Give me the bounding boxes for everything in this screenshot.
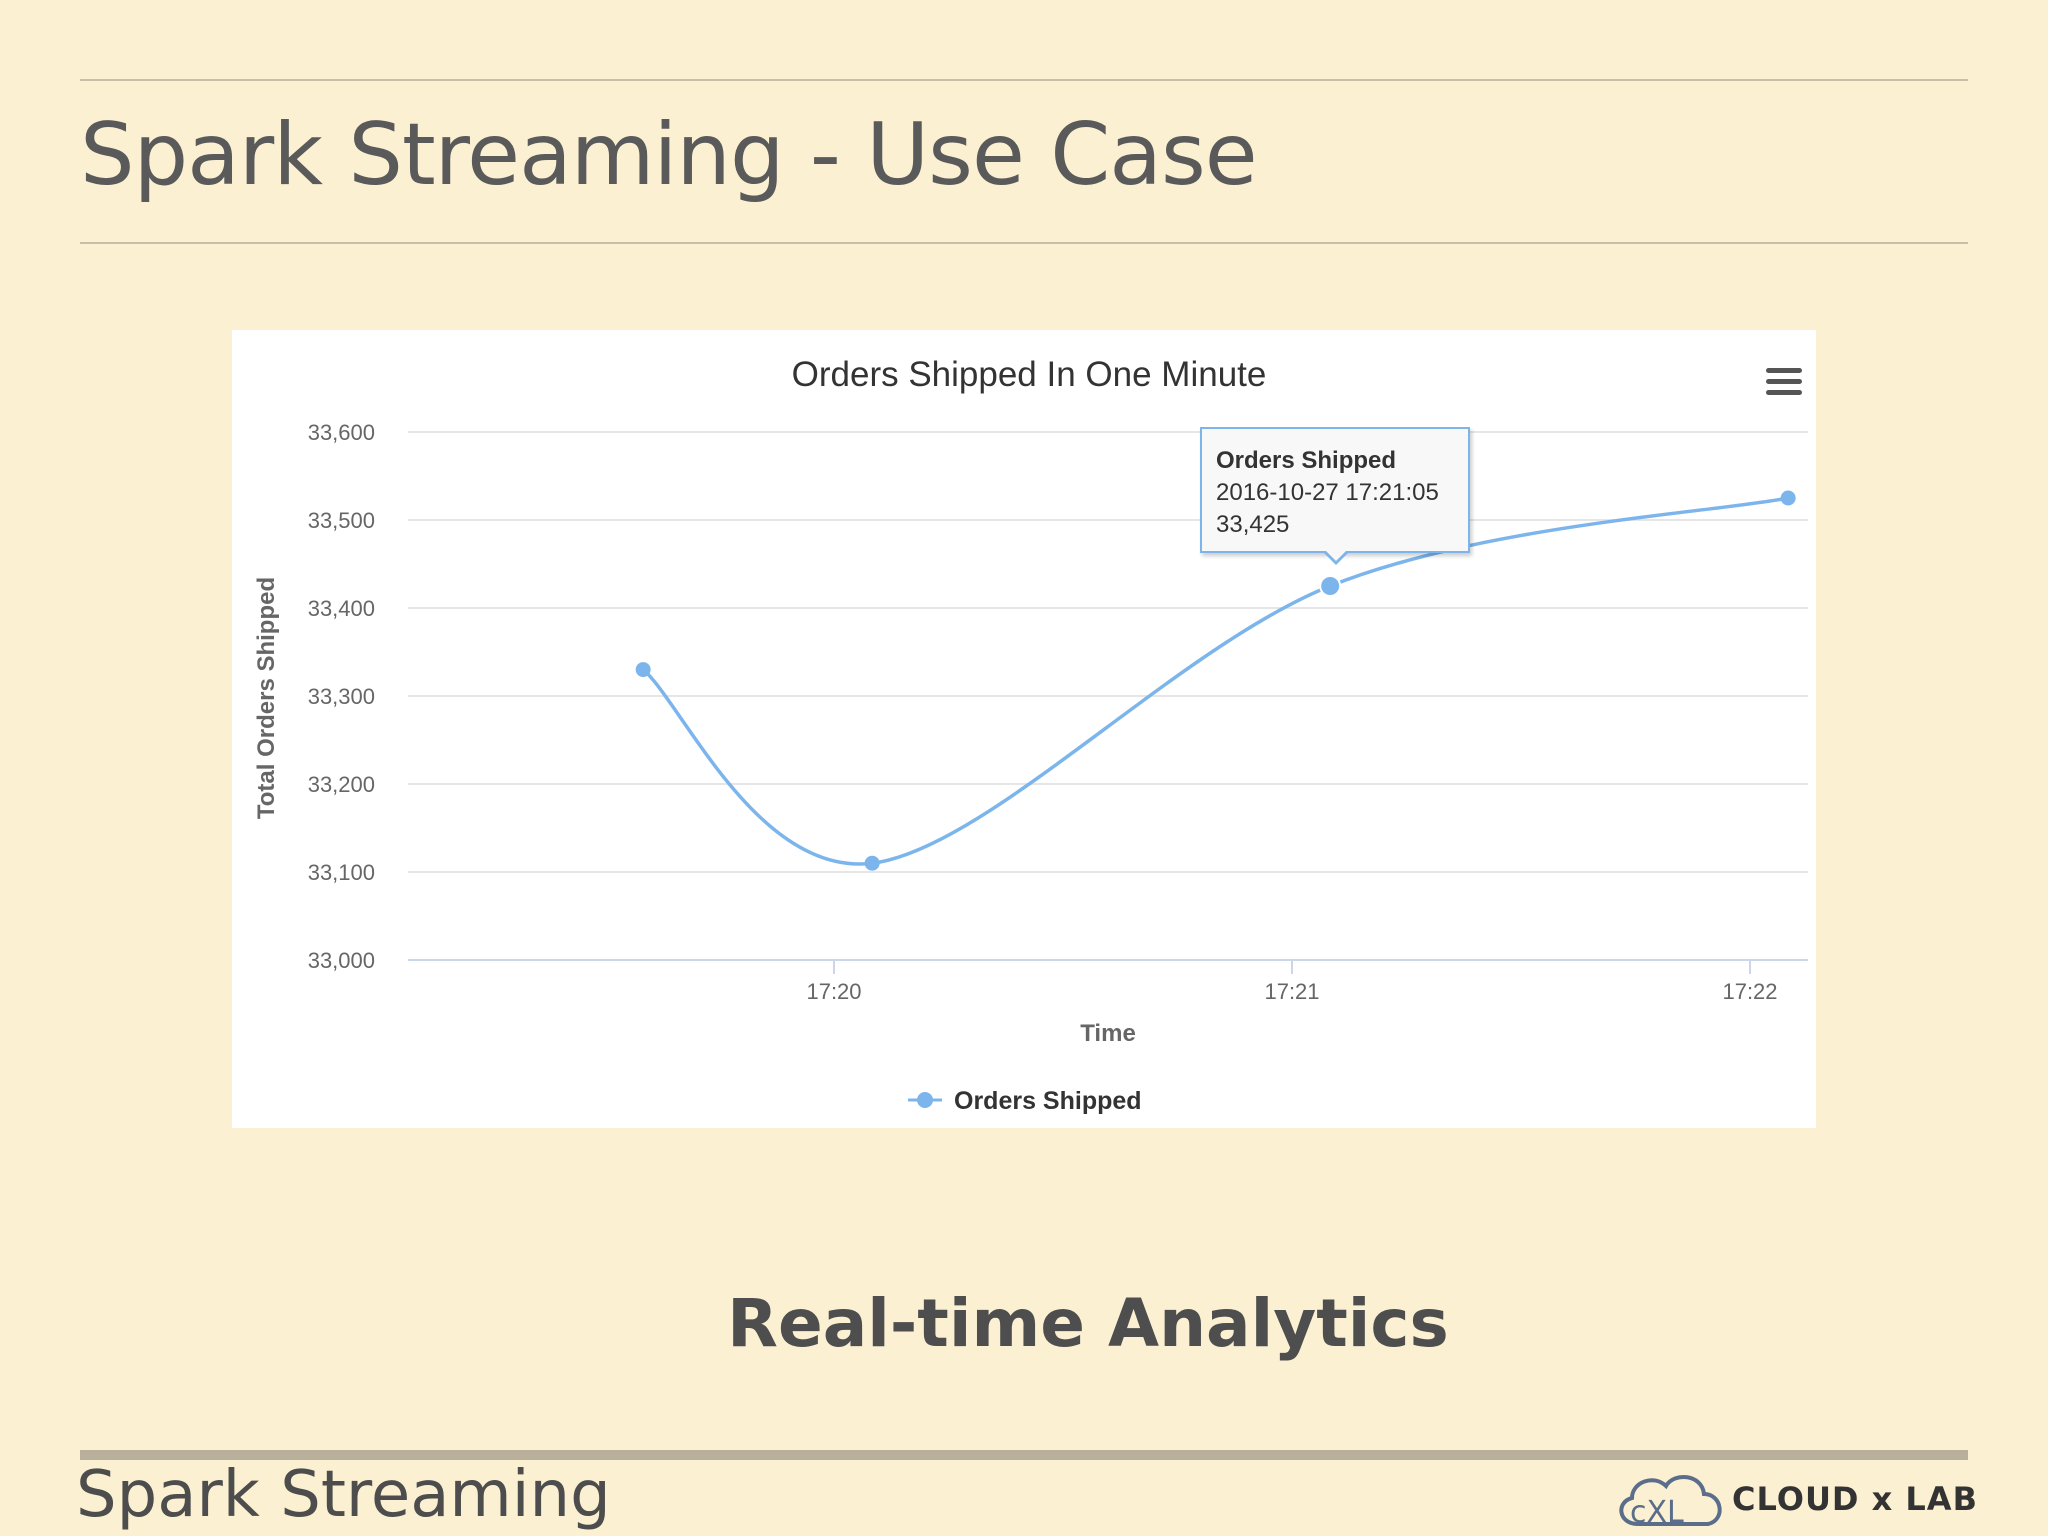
y-axis-label: Total Orders Shipped (253, 577, 280, 819)
x-axis-label: Time (1080, 1020, 1136, 1047)
x-tick-labels: 17:20 17:21 17:22 (806, 960, 1778, 1004)
x-tick-label: 17:21 (1264, 979, 1319, 1004)
y-tick-labels: 33,000 33,100 33,200 33,300 33,400 33,500 33,6… (308, 420, 375, 973)
x-tick-label: 17:22 (1722, 979, 1777, 1004)
cloudxlab-logo: cXL CLOUD x LAB (1610, 1468, 1977, 1530)
legend-label[interactable]: Orders Shipped (954, 1087, 1142, 1115)
data-point (1780, 490, 1796, 506)
data-point (864, 855, 880, 871)
data-point (635, 662, 651, 678)
tooltip-arrow-fill (1324, 549, 1348, 561)
chart-panel: 33,000 33,100 33,200 33,300 33,400 33,500 33,6… (232, 330, 1816, 1128)
slide-title: Spark Streaming - Use Case (80, 105, 1258, 205)
top-rule (80, 79, 1968, 81)
svg-text:cXL: cXL (1630, 1495, 1684, 1530)
legend[interactable]: Orders Shipped (908, 1087, 1142, 1115)
cloud-logo-icon: cXL (1619, 1474, 1722, 1530)
footer-title: Spark Streaming (76, 1458, 611, 1532)
y-tick-label: 33,500 (308, 508, 375, 533)
y-tick-label: 33,100 (308, 860, 375, 885)
tooltip-value: 33,425 (1216, 511, 1290, 538)
line-chart: 33,000 33,100 33,200 33,300 33,400 33,500 33,6… (253, 355, 1808, 1115)
y-tick-label: 33,000 (308, 948, 375, 973)
tooltip: Orders Shipped 2016-10-27 17:21:05 33,42… (1200, 427, 1470, 553)
grid-lines (408, 431, 1808, 961)
y-tick-label: 33,400 (308, 596, 375, 621)
chart-title: Orders Shipped In One Minute (792, 355, 1267, 394)
x-tick-label: 17:20 (806, 979, 861, 1004)
y-tick-label: 33,300 (308, 684, 375, 709)
tooltip-title: Orders Shipped (1216, 447, 1397, 474)
logo-text: CLOUD x LAB (1732, 1480, 1978, 1518)
slide-subtitle: Real-time Analytics (727, 1285, 1449, 1362)
y-tick-label: 33,600 (308, 420, 375, 445)
tooltip-date: 2016-10-27 17:21:05 (1216, 479, 1439, 506)
legend-dot-marker (917, 1092, 933, 1108)
y-tick-label: 33,200 (308, 772, 375, 797)
title-rule (80, 242, 1968, 244)
hamburger-menu-icon[interactable] (1766, 368, 1802, 398)
data-point (1319, 575, 1342, 597)
